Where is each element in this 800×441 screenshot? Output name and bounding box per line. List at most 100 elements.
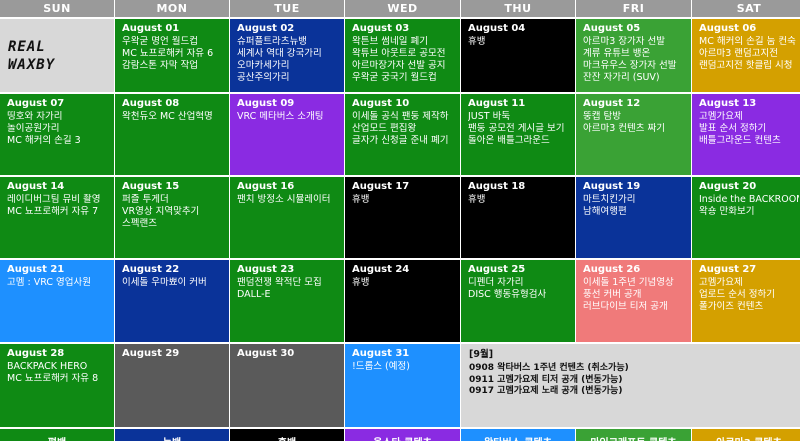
- day-cell[interactable]: August 10 이세돌 공식 팬둥 제작하 산업모드 편집왕 글자가 신청글 준내…: [345, 94, 460, 175]
- day-event: 아르마3 랜덤고지전: [699, 48, 778, 59]
- day-cell[interactable]: August 15 퍼즐 투게더 VR영상 지역맞추기 스펙랜즈: [115, 177, 229, 258]
- day-cell[interactable]: August 26 이세돌 1주년 기념영상 풍선 커버 공개 러브다이브 티저 공개: [576, 260, 691, 342]
- day-cell[interactable]: August 11 JUST 바둑 팬둥 공모전 게시글 보기 돌아온 배틀그라운드: [461, 94, 575, 175]
- weekday-tue: TUE: [230, 0, 344, 17]
- day-event: 휴뱅: [468, 36, 486, 47]
- day-date-label: August 09: [237, 98, 295, 109]
- day-cell[interactable]: August 27 고멤가요제 업로드 순서 정하기 폴가이즈 컨텐츠: [692, 260, 800, 342]
- day-date-label: August 04: [468, 23, 526, 34]
- day-cell[interactable]: August 08 왁천듀오 MC 산업혁명: [115, 94, 229, 175]
- day-date-label: August 22: [122, 264, 180, 275]
- day-date-label: August 14: [7, 181, 65, 192]
- legend-minecraft-content: 마인크래프트 콘텐츠: [576, 429, 691, 441]
- day-event: 잔잔 자가리 (SUV): [583, 72, 660, 83]
- day-date-label: August 25: [468, 264, 526, 275]
- day-cell[interactable]: August 29: [115, 344, 229, 427]
- day-event: MC 해커의 손길 눔 컨숙: [699, 36, 796, 47]
- day-date-label: August 07: [7, 98, 65, 109]
- day-cell[interactable]: August 02 슈퍼플트라츠뉴뱅 세계사 역대 강국가리 오마카세가리 공산주의가리: [230, 19, 344, 92]
- real-waxby-logo: REAL WAXBY: [8, 38, 56, 73]
- legend-arma3-content: 아르마3 콘텐츠: [692, 429, 800, 441]
- day-event: 왁튼브 썸네일 폐기: [352, 36, 428, 47]
- day-event: 왁천듀오 MC 산업혁명: [122, 111, 213, 122]
- day-date-label: August 06: [699, 23, 757, 34]
- day-cell[interactable]: August 20 Inside the BACKROOM 왁숑 만화보기: [692, 177, 800, 258]
- day-cell[interactable]: August 03 왁튼브 썸네일 폐기 왁튜브 아웃트로 공모전 아르마장가자 선발…: [345, 19, 460, 92]
- day-event: 아르마3 컨텐츠 짜기: [583, 123, 666, 134]
- day-cell[interactable]: August 24 휴뱅: [345, 260, 460, 342]
- day-event: 공산주의가리: [237, 72, 290, 83]
- day-event: 아르마3 장가자 선발: [583, 36, 666, 47]
- notes-line: 0917 고멤가요제 노래 공개 (변동가능): [469, 386, 623, 396]
- day-event: 휴뱅: [468, 194, 486, 205]
- day-event: 이세돌 우마뾰이 커버: [122, 277, 207, 288]
- day-event: 돌아온 배틀그라운드: [468, 135, 550, 146]
- day-cell[interactable]: August 28 BACKPACK HERO MC 뇨프로해커 자유 8: [0, 344, 114, 427]
- day-event: 놀이공원가리: [7, 123, 60, 134]
- day-event: 글자가 신청글 준내 폐기: [352, 135, 449, 146]
- day-event: MC 뇨프로해커 자유 8: [7, 373, 99, 384]
- day-cell[interactable]: August 14 레이디버그팀 뮤비 촬영 MC 뇨프로해커 자유 7: [0, 177, 114, 258]
- day-cell[interactable]: August 06 MC 해커의 손길 눔 컨숙 아르마3 랜덤고지전 랜덤고지전 핫…: [692, 19, 800, 92]
- day-date-label: August 26: [583, 264, 641, 275]
- legend-allstar-content: 올스타 콘텐츠: [345, 429, 460, 441]
- day-date-label: August 12: [583, 98, 641, 109]
- day-date-label: August 30: [237, 348, 295, 359]
- day-date-label: August 23: [237, 264, 295, 275]
- day-date-label: August 05: [583, 23, 641, 34]
- day-event: DALL-E: [237, 289, 271, 300]
- day-cell[interactable]: August 23 팬덤전쟁 왁적단 모집 DALL-E: [230, 260, 344, 342]
- day-cell[interactable]: August 01 우왁굳 명언 월드컵 MC 뇨프로해커 자유 6 감람스톤 자막 …: [115, 19, 229, 92]
- day-date-label: August 17: [352, 181, 410, 192]
- day-cell[interactable]: August 22 이세돌 우마뾰이 커버: [115, 260, 229, 342]
- day-event: 계류 유튜브 뱅온: [583, 48, 651, 59]
- day-event: VR영상 지역맞추기: [122, 206, 200, 217]
- day-cell[interactable]: August 12 뚱캡 탐방 아르마3 컨텐츠 짜기: [576, 94, 691, 175]
- day-cell[interactable]: August 13 고멤가요제 발표 순서 정하기 배틀그라운드 컨텐츠: [692, 94, 800, 175]
- day-cell[interactable]: August 21 고멤 : VRC 영업사원: [0, 260, 114, 342]
- day-cell[interactable]: August 05 아르마3 장가자 선발 계류 유튜브 뱅온 마크유우스 장가자 선…: [576, 19, 691, 92]
- day-date-label: August 11: [468, 98, 526, 109]
- logo-cell: REAL WAXBY: [0, 19, 114, 92]
- day-event: 산업모드 편집왕: [352, 123, 417, 134]
- day-cell[interactable]: August 31 !드롭스 (예정): [345, 344, 460, 427]
- day-cell[interactable]: August 17 휴뱅: [345, 177, 460, 258]
- legend-regular-stream: 평뱅: [0, 429, 114, 441]
- day-event: JUST 바둑: [468, 111, 511, 122]
- day-cell[interactable]: August 16 팬치 방정소 시뮬레이터: [230, 177, 344, 258]
- day-date-label: August 02: [237, 23, 295, 34]
- day-event: 마크유우스 장가자 선발: [583, 60, 677, 71]
- day-event: 배틀그라운드 컨텐츠: [699, 135, 781, 146]
- day-date-label: August 08: [122, 98, 180, 109]
- day-cell[interactable]: August 09 VRC 메타버스 소개팅: [230, 94, 344, 175]
- day-event: 남해여행편: [583, 206, 627, 217]
- day-event: 풍선 커버 공개: [583, 289, 642, 300]
- day-event: Inside the BACKROOM: [699, 194, 799, 205]
- day-cell[interactable]: August 25 디펜더 자가리 DISC 행동유형검사: [461, 260, 575, 342]
- day-cell[interactable]: August 30: [230, 344, 344, 427]
- day-event: 러브다이브 티저 공개: [583, 301, 668, 312]
- day-event: 아르마장가자 선발 공지: [352, 60, 446, 71]
- day-event: 고멤가요제: [699, 277, 743, 288]
- day-cell[interactable]: August 18 휴뱅: [461, 177, 575, 258]
- weekday-wed: WED: [345, 0, 460, 17]
- weekday-fri: FRI: [576, 0, 691, 17]
- day-event: DISC 행동유형검사: [468, 289, 547, 300]
- day-event: 휴뱅: [352, 277, 370, 288]
- day-cell[interactable]: August 04 휴뱅: [461, 19, 575, 92]
- day-date-label: August 13: [699, 98, 757, 109]
- day-date-label: August 16: [237, 181, 295, 192]
- weekday-thu: THU: [461, 0, 575, 17]
- day-cell[interactable]: August 19 마트치킨가리 남해여행편: [576, 177, 691, 258]
- day-event: 업로드 순서 정하기: [699, 289, 775, 300]
- day-event: 뚱캡 탐방: [583, 111, 621, 122]
- day-event: 띵호와 자가리: [7, 111, 63, 122]
- day-event: 디펜더 자가리: [468, 277, 524, 288]
- day-cell[interactable]: August 07 띵호와 자가리 놀이공원가리 MC 해커의 손길 3: [0, 94, 114, 175]
- weekday-sun: SUN: [0, 0, 114, 17]
- day-date-label: August 15: [122, 181, 180, 192]
- day-date-label: August 18: [468, 181, 526, 192]
- day-event: 고멤가요제: [699, 111, 743, 122]
- weekday-sat: SAT: [692, 0, 800, 17]
- legend-day-off: 휴뱅: [230, 429, 344, 441]
